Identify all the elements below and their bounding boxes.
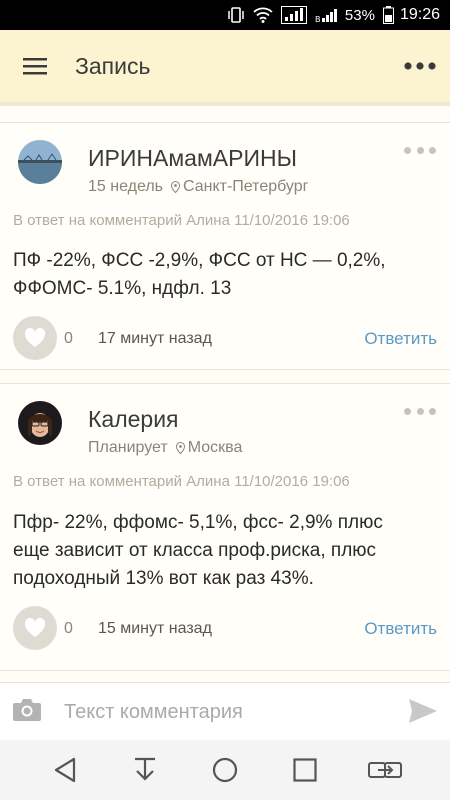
navigation-bar	[0, 740, 450, 800]
location-pin-icon	[171, 181, 180, 193]
battery-percent: 53%	[344, 6, 375, 24]
heart-icon	[24, 618, 46, 637]
more-dots-icon	[404, 62, 436, 70]
author-name[interactable]: Калерия	[88, 406, 179, 433]
reply-to-label: В ответ на комментарий Алина 11/10/2016 …	[13, 473, 350, 490]
like-button[interactable]	[13, 606, 57, 650]
home-icon[interactable]	[203, 748, 247, 792]
app-bar: Запись	[0, 30, 450, 102]
author-status: 15 недель	[88, 178, 163, 195]
clock: 19:26	[399, 6, 440, 23]
signal-sim1-icon	[280, 6, 307, 24]
comment-more-icon[interactable]	[404, 404, 436, 418]
comment-text: ПФ -22%, ФСС -2,9%, ФСС от НС — 0,2%, ФФ…	[13, 250, 386, 299]
like-count: 0	[64, 330, 73, 347]
comment-time: 17 минут назад	[98, 330, 212, 347]
comment-time: 15 минут назад	[98, 620, 212, 637]
avatar[interactable]	[18, 401, 62, 445]
author-meta: Планирует Москва	[88, 439, 242, 457]
comment-card: Калерия Планирует Москва В ответ на комм…	[0, 383, 450, 671]
reply-to-label: В ответ на комментарий Алина 11/10/2016 …	[13, 212, 350, 229]
heart-icon	[24, 328, 46, 347]
switch-sim-icon[interactable]	[363, 748, 407, 792]
svg-text:B: B	[315, 15, 321, 23]
menu-button[interactable]	[0, 30, 70, 102]
vibrate-icon	[227, 7, 245, 23]
hamburger-icon	[23, 58, 47, 75]
comment-more-icon[interactable]	[404, 143, 436, 157]
camera-icon[interactable]	[12, 697, 42, 723]
page-title: Запись	[75, 52, 151, 79]
comment-text: Пфр- 22%, ффомс- 5,1%, фсс- 2,9% плюс ещ…	[13, 512, 383, 589]
author-meta: 15 недель Санкт-Петербург	[88, 178, 308, 196]
comment-input[interactable]	[62, 693, 396, 731]
battery-icon	[382, 6, 394, 24]
author-location: Москва	[187, 439, 243, 456]
comment-input-bar	[0, 682, 450, 738]
divider	[0, 102, 450, 106]
avatar[interactable]	[18, 140, 62, 184]
status-bar: B 53% 19:26	[0, 0, 450, 30]
signal-sim2-icon: B	[315, 7, 337, 23]
back-icon[interactable]	[43, 748, 87, 792]
like-button[interactable]	[13, 316, 57, 360]
author-name[interactable]: ИРИНАмамАРИНЫ	[88, 145, 297, 172]
more-options-button[interactable]	[390, 30, 450, 102]
notification-pull-icon[interactable]	[123, 748, 167, 792]
like-count: 0	[64, 620, 73, 637]
reply-button[interactable]: Ответить	[364, 329, 437, 349]
author-status: Планирует	[88, 439, 168, 456]
location-pin-icon	[175, 442, 185, 454]
comment-card: ИРИНАмамАРИНЫ 15 недель Санкт-Петербург …	[0, 122, 450, 370]
send-icon[interactable]	[408, 698, 438, 724]
reply-button[interactable]: Ответить	[364, 619, 437, 639]
recents-icon[interactable]	[283, 748, 327, 792]
wifi-icon	[253, 7, 273, 23]
author-location: Санкт-Петербург	[183, 178, 309, 195]
